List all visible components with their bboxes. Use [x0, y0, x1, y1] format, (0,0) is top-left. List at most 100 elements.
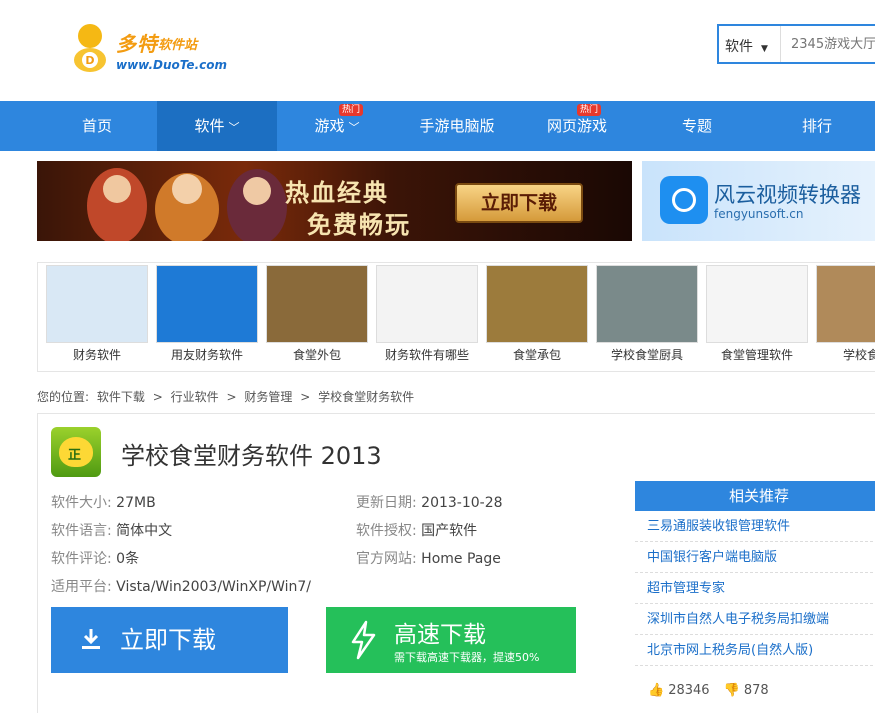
info-comments: 软件评论: 0条: [51, 548, 139, 568]
breadcrumb-current[interactable]: 学校食堂财务软件: [318, 390, 414, 404]
fengyun-app-icon: [660, 176, 708, 224]
info-value: 2013-10-28: [421, 495, 503, 511]
related-link[interactable]: 三易通服装收银管理软件: [635, 511, 875, 542]
site-logo[interactable]: D 多特 软件站 www.DuoTe.com: [68, 22, 228, 78]
lightning-icon: [351, 620, 376, 660]
nav-item-web-games[interactable]: 热门 网页游戏: [517, 101, 637, 151]
upvote-count: 28346: [668, 683, 710, 698]
main-nav: 首页 软件 ﹀ 热门 游戏 ﹀ 手游电脑版 热门 网页游戏 专题 排行: [0, 101, 875, 151]
search-category-select[interactable]: 软件 ▼: [719, 26, 781, 62]
nav-item-ranking[interactable]: 排行: [757, 101, 875, 151]
fengyun-ad-banner[interactable]: 风云视频转换器 fengyunsoft.cn: [642, 161, 875, 241]
topic-thumbnail[interactable]: 用友财务软件: [156, 265, 258, 363]
info-key: 软件评论:: [51, 551, 112, 567]
download-button[interactable]: 立即下载: [51, 607, 288, 673]
app-icon-char: 正: [68, 448, 82, 463]
topic-thumbnail[interactable]: 财务软件: [46, 265, 148, 363]
info-key: 官方网站:: [356, 551, 417, 567]
related-link[interactable]: 北京市网上税务局(自然人版): [635, 635, 875, 666]
nav-item-software[interactable]: 软件 ﹀: [157, 101, 277, 151]
topic-thumbnail[interactable]: 食堂外包: [266, 265, 368, 363]
breadcrumb-separator: >: [300, 390, 311, 404]
related-link[interactable]: 中国银行客户端电脑版: [635, 542, 875, 573]
nav-label: 游戏: [314, 117, 345, 135]
logo-name: 多特: [116, 32, 158, 56]
breadcrumb-separator: >: [226, 390, 237, 404]
info-language: 软件语言: 简体中文: [51, 520, 172, 540]
info-value: 27MB: [116, 495, 156, 511]
thumbnail-image: [816, 265, 875, 343]
mascot-icon: D: [74, 24, 106, 72]
logo-sub: 软件站: [158, 38, 198, 53]
breadcrumb-link-downloads[interactable]: 软件下载: [97, 390, 145, 404]
info-value: 0条: [116, 551, 140, 567]
related-title: 相关推荐: [635, 481, 875, 511]
nav-label: 专题: [681, 117, 712, 135]
page-title: 学校食堂财务软件 2013: [121, 442, 382, 470]
thumbnail-label: 食堂外包: [292, 348, 341, 362]
search-category-label: 软件: [725, 39, 753, 55]
info-key: 软件大小:: [51, 495, 112, 511]
nav-label: 排行: [801, 117, 832, 135]
related-link[interactable]: 深圳市自然人电子税务局扣缴端: [635, 604, 875, 635]
info-date: 更新日期: 2013-10-28: [356, 492, 503, 512]
banner-title-1: 热血经典: [285, 179, 389, 207]
vote-bar: 👍 28346 👎 878: [648, 683, 773, 698]
info-key: 软件语言:: [51, 523, 112, 539]
fast-download-label: 高速下载: [394, 622, 486, 648]
official-site-link[interactable]: Home Page: [421, 551, 501, 567]
fast-download-button[interactable]: 高速下载 需下载高速下载器，提速50%: [326, 607, 576, 673]
hot-badge: 热门: [339, 104, 364, 116]
chevron-down-icon: ﹀: [228, 121, 240, 134]
thumbnail-image: [46, 265, 148, 343]
thumbnail-image: [266, 265, 368, 343]
info-website: 官方网站: Home Page: [356, 548, 501, 568]
topic-thumbnail[interactable]: 食堂承包: [486, 265, 588, 363]
fengyun-url: fengyunsoft.cn: [714, 207, 804, 221]
thumbnail-label: 用友财务软件: [170, 348, 243, 362]
info-key: 更新日期:: [356, 495, 417, 511]
nav-label: 首页: [81, 117, 112, 135]
info-platform: 适用平台: Vista/Win2003/WinXP/Win7/: [51, 576, 311, 596]
thumbs-up-icon[interactable]: 👍: [648, 683, 664, 698]
topic-thumbnail[interactable]: 财务软件有哪些: [376, 265, 478, 363]
downvote-count: 878: [743, 683, 769, 698]
nav-item-mobile-games[interactable]: 手游电脑版: [397, 101, 517, 151]
info-key: 软件授权:: [356, 523, 417, 539]
topic-thumbnail[interactable]: 学校食堂: [816, 265, 875, 363]
banner-download-button[interactable]: 立即下载: [455, 183, 583, 223]
thumbnail-label: 学校食堂厨具: [610, 348, 683, 362]
info-license: 软件授权: 国产软件: [356, 520, 477, 540]
site-header: D 多特 软件站 www.DuoTe.com 软件 ▼: [0, 0, 875, 101]
logo-url: www.DuoTe.com: [116, 58, 227, 72]
nav-label: 软件: [194, 117, 225, 135]
thumbnail-label: 学校食堂: [842, 348, 875, 362]
chevron-down-icon: ﹀: [348, 121, 360, 134]
related-link[interactable]: 超市管理专家: [635, 573, 875, 604]
thumbnail-image: [156, 265, 258, 343]
nav-item-games[interactable]: 热门 游戏 ﹀: [277, 101, 397, 151]
thumbnail-label: 财务软件: [72, 348, 121, 362]
info-value: 简体中文: [116, 523, 173, 539]
topic-thumbnail[interactable]: 食堂管理软件: [706, 265, 808, 363]
info-value: Vista/Win2003/WinXP/Win7/: [116, 579, 312, 595]
thumbs-down-icon[interactable]: 👎: [724, 683, 740, 698]
nav-item-home[interactable]: 首页: [37, 101, 157, 151]
software-detail-panel: 正 学校食堂财务软件 2013 软件大小: 27MB 更新日期: 2013-10…: [37, 413, 875, 713]
nav-label: 手游电脑版: [419, 117, 495, 135]
breadcrumb-prefix: 您的位置:: [37, 390, 90, 404]
info-value: 国产软件: [421, 523, 478, 539]
nav-item-topics[interactable]: 专题: [637, 101, 757, 151]
info-size: 软件大小: 27MB: [51, 492, 156, 512]
game-ad-banner[interactable]: 热血经典 免费畅玩 立即下载: [37, 161, 632, 241]
caret-down-icon: ▼: [761, 44, 768, 54]
breadcrumb-link-finance[interactable]: 财务管理: [244, 390, 292, 404]
breadcrumb-link-industry[interactable]: 行业软件: [171, 390, 219, 404]
search-input[interactable]: [783, 26, 875, 62]
search-box: 软件 ▼: [717, 24, 875, 64]
info-key: 适用平台:: [51, 579, 112, 595]
related-recommendations: 相关推荐 三易通服装收银管理软件 中国银行客户端电脑版 超市管理专家 深圳市自然…: [635, 481, 875, 671]
nav-label: 网页游戏: [546, 117, 607, 135]
topic-thumbnail[interactable]: 学校食堂厨具: [596, 265, 698, 363]
download-button-label: 立即下载: [120, 626, 216, 654]
